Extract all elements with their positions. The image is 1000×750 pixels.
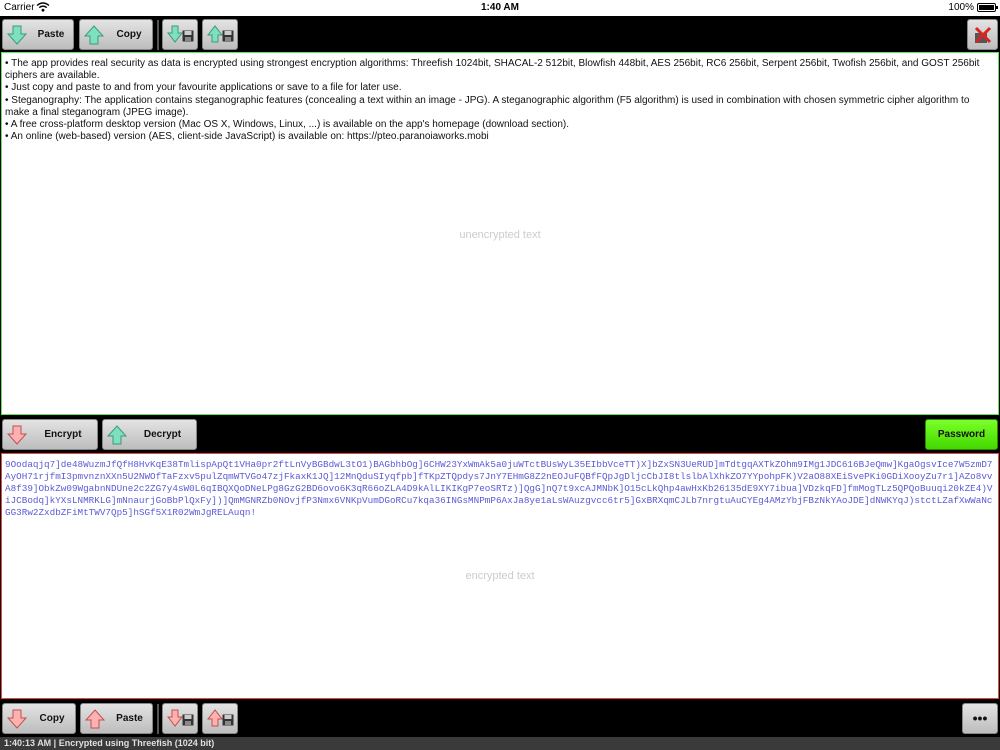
paste-button-label: Paste: [37, 29, 65, 40]
clear-icon: [974, 26, 992, 44]
save-icon: [182, 714, 194, 726]
decrypt-button-label: Decrypt: [143, 429, 182, 440]
battery-icon: [977, 3, 998, 12]
save-file-button[interactable]: [202, 19, 238, 50]
arrow-up-icon: [107, 425, 127, 445]
paste-cipher-button-label: Paste: [116, 713, 143, 724]
battery-percent: 100%: [948, 2, 974, 13]
status-bar: Carrier 1:40 AM 100%: [0, 0, 1000, 16]
load-cipher-file-button[interactable]: [162, 703, 198, 734]
plaintext-area[interactable]: • The app provides real security as data…: [1, 52, 999, 415]
password-button[interactable]: Password: [925, 419, 998, 450]
encrypt-button-label: Encrypt: [44, 429, 82, 440]
more-icon: •••: [972, 710, 988, 726]
arrow-up-icon: [85, 709, 105, 729]
encrypt-button[interactable]: Encrypt: [2, 419, 98, 450]
save-icon: [222, 30, 234, 42]
clear-button[interactable]: [967, 19, 998, 50]
paste-cipher-button[interactable]: Paste: [80, 703, 153, 734]
decrypt-button[interactable]: Decrypt: [102, 419, 197, 450]
paste-button[interactable]: Paste: [2, 19, 74, 50]
ciphertext-placeholder: encrypted text: [465, 570, 535, 582]
toolbar-separator: [157, 704, 159, 734]
load-file-button[interactable]: [162, 19, 198, 50]
copy-button[interactable]: Copy: [79, 19, 153, 50]
arrow-up-icon: [84, 25, 104, 45]
app-root: Carrier 1:40 AM 100% Paste Copy • The ap…: [0, 0, 1000, 750]
arrow-down-icon: [7, 425, 27, 445]
more-button[interactable]: •••: [962, 703, 998, 734]
ciphertext-content: 9Oodaqjq7]de48WuzmJfQfH8HvKqE38TmlispApQ…: [5, 459, 993, 518]
plaintext-content: • The app provides real security as data…: [5, 58, 980, 143]
copy-button-label: Copy: [116, 29, 142, 40]
arrow-down-icon: [7, 709, 27, 729]
status-footer: 1:40:13 AM | Encrypted using Threefish (…: [0, 737, 1000, 750]
save-icon: [222, 714, 234, 726]
copy-cipher-button[interactable]: Copy: [2, 703, 76, 734]
arrow-down-icon: [7, 25, 27, 45]
toolbar-separator: [157, 20, 159, 50]
copy-cipher-button-label: Copy: [39, 713, 65, 724]
plaintext-placeholder: unencrypted text: [459, 229, 541, 241]
save-icon: [182, 30, 194, 42]
save-cipher-file-button[interactable]: [202, 703, 238, 734]
clock: 1:40 AM: [481, 2, 519, 13]
ciphertext-area[interactable]: 9Oodaqjq7]de48WuzmJfQfH8HvKqE38TmlispApQ…: [1, 453, 999, 699]
